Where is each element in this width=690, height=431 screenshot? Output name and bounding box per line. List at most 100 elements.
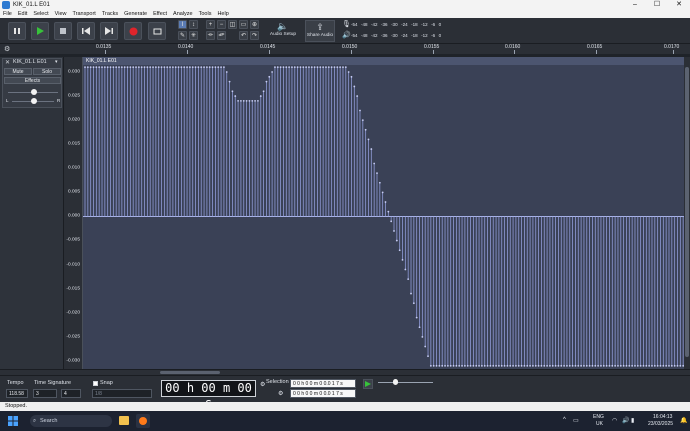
waveform-sample-point[interactable] — [390, 220, 393, 223]
microphone-icon[interactable]: 🎙 — [342, 20, 351, 29]
waveform-sample-point[interactable] — [631, 364, 634, 367]
waveform-sample-point[interactable] — [461, 364, 463, 367]
clock-date[interactable]: 23/03/2025 — [648, 421, 673, 427]
waveform-sample-point[interactable] — [254, 100, 256, 102]
file-explorer-icon[interactable] — [119, 416, 129, 425]
waveform-sample-point[interactable] — [223, 66, 225, 69]
waveform-sample-point[interactable] — [299, 66, 302, 69]
waveform-sample-point[interactable] — [537, 364, 540, 367]
menu-effect[interactable]: Effect — [150, 10, 170, 18]
waveform-sample-point[interactable] — [659, 364, 662, 367]
waveform-sample-point[interactable] — [339, 66, 342, 69]
menu-help[interactable]: Help — [214, 10, 231, 18]
waveform-sample-point[interactable] — [427, 355, 429, 358]
snap-dropdown[interactable]: 1/8 — [92, 389, 152, 398]
waveform-sample-point[interactable] — [563, 364, 565, 367]
waveform-sample-point[interactable] — [568, 364, 571, 367]
waveform-sample-point[interactable] — [123, 66, 126, 69]
waveform-sample-point[interactable] — [480, 364, 483, 367]
waveform-sample-point[interactable] — [364, 128, 367, 131]
track-menu-chevron-icon[interactable]: ▾ — [55, 59, 58, 65]
waveform-sample-point[interactable] — [180, 66, 183, 69]
waveform-sample-point[interactable] — [634, 364, 636, 367]
waveform-sample-point[interactable] — [129, 66, 132, 69]
waveform-sample-point[interactable] — [214, 66, 217, 69]
waveform-sample-point[interactable] — [157, 66, 160, 69]
waveform-sample-point[interactable] — [86, 66, 89, 69]
waveform-sample-point[interactable] — [237, 100, 239, 102]
redo-icon[interactable]: ↷ — [250, 31, 259, 40]
waveform-sample-point[interactable] — [387, 210, 390, 213]
waveform-sample-point[interactable] — [310, 66, 313, 69]
horizontal-scroll-thumb[interactable] — [160, 371, 220, 374]
waveform-sample-point[interactable] — [197, 66, 200, 69]
waveform-sample-point[interactable] — [554, 364, 557, 367]
waveform-sample-point[interactable] — [653, 364, 656, 367]
waveform-sample-point[interactable] — [112, 66, 115, 69]
waveform-sample-point[interactable] — [639, 364, 642, 367]
waveform-sample-point[interactable] — [376, 172, 378, 175]
waveform-sample-point[interactable] — [353, 85, 356, 88]
waveform-sample-point[interactable] — [495, 364, 497, 367]
waveform-sample-point[interactable] — [265, 80, 268, 83]
selection-end-field[interactable]: 0 0 h 0 0 m 0 0.0 1 7 s — [290, 389, 356, 398]
battery-icon[interactable]: ▮ — [631, 417, 634, 424]
waveform-sample-point[interactable] — [166, 66, 169, 69]
waveform-sample-point[interactable] — [240, 100, 242, 102]
waveform-sample-point[interactable] — [268, 75, 271, 78]
waveform-sample-point[interactable] — [668, 364, 670, 367]
waveform-sample-point[interactable] — [325, 66, 327, 69]
waveform-sample-point[interactable] — [611, 364, 614, 367]
waveform-sample-point[interactable] — [248, 100, 251, 102]
zoom-out-icon[interactable]: − — [217, 20, 226, 29]
waveform-sample-point[interactable] — [344, 66, 347, 69]
waveform-sample-point[interactable] — [245, 100, 248, 102]
waveform-sample-point[interactable] — [600, 364, 602, 367]
waveform-sample-point[interactable] — [211, 66, 214, 69]
language-code[interactable]: ENG — [593, 414, 604, 420]
loop-button[interactable] — [148, 22, 166, 40]
waveform-sample-point[interactable] — [597, 364, 600, 367]
waveform-sample-point[interactable] — [174, 66, 177, 69]
windows-start-icon[interactable] — [8, 416, 18, 426]
timeline-ruler[interactable]: ⚙ 0.0135 0.0140 0.0145 0.0150 0.0155 0.0… — [0, 44, 690, 54]
clip-header[interactable]: KIK_01.L E01 — [83, 57, 684, 65]
waveform-sample-point[interactable] — [188, 66, 191, 69]
waveform-sample-point[interactable] — [492, 364, 495, 367]
waveform-area[interactable] — [83, 57, 684, 369]
language-region[interactable]: UK — [596, 421, 603, 427]
waveform-sample-point[interactable] — [441, 364, 444, 367]
waveform-sample-point[interactable] — [135, 66, 137, 69]
waveform-svg[interactable] — [83, 57, 684, 369]
waveform-sample-point[interactable] — [472, 364, 475, 367]
waveform-sample-point[interactable] — [532, 364, 534, 367]
waveform-sample-point[interactable] — [497, 364, 500, 367]
waveform-sample-point[interactable] — [438, 364, 441, 367]
waveform-sample-point[interactable] — [370, 148, 373, 150]
waveform-sample-point[interactable] — [319, 66, 322, 69]
waveform-sample-point[interactable] — [444, 364, 446, 367]
waveform-sample-point[interactable] — [347, 71, 350, 73]
menu-edit[interactable]: Edit — [15, 10, 30, 18]
waveform-sample-point[interactable] — [673, 364, 676, 367]
waveform-sample-point[interactable] — [574, 364, 577, 367]
waveform-sample-point[interactable] — [208, 66, 211, 69]
selection-tool-icon[interactable]: I — [178, 20, 187, 29]
waveform-sample-point[interactable] — [143, 66, 146, 69]
waveform-sample-point[interactable] — [509, 364, 512, 367]
waveform-sample-point[interactable] — [571, 364, 574, 367]
close-track-icon[interactable]: ✕ — [5, 59, 10, 66]
waveform-sample-point[interactable] — [526, 364, 529, 367]
skip-to-start-button[interactable] — [77, 22, 95, 40]
waveform-sample-point[interactable] — [115, 66, 118, 69]
playback-speed-thumb[interactable] — [393, 379, 398, 385]
waveform-sample-point[interactable] — [191, 66, 194, 69]
waveform-sample-point[interactable] — [642, 364, 645, 367]
waveform-sample-point[interactable] — [146, 66, 149, 69]
waveform-sample-point[interactable] — [149, 66, 152, 69]
vertical-scroll-thumb[interactable] — [685, 67, 689, 357]
waveform-sample-point[interactable] — [534, 364, 537, 367]
minimize-button[interactable]: – — [624, 0, 646, 10]
undo-icon[interactable]: ↶ — [239, 31, 248, 40]
waveform-sample-point[interactable] — [361, 119, 364, 122]
